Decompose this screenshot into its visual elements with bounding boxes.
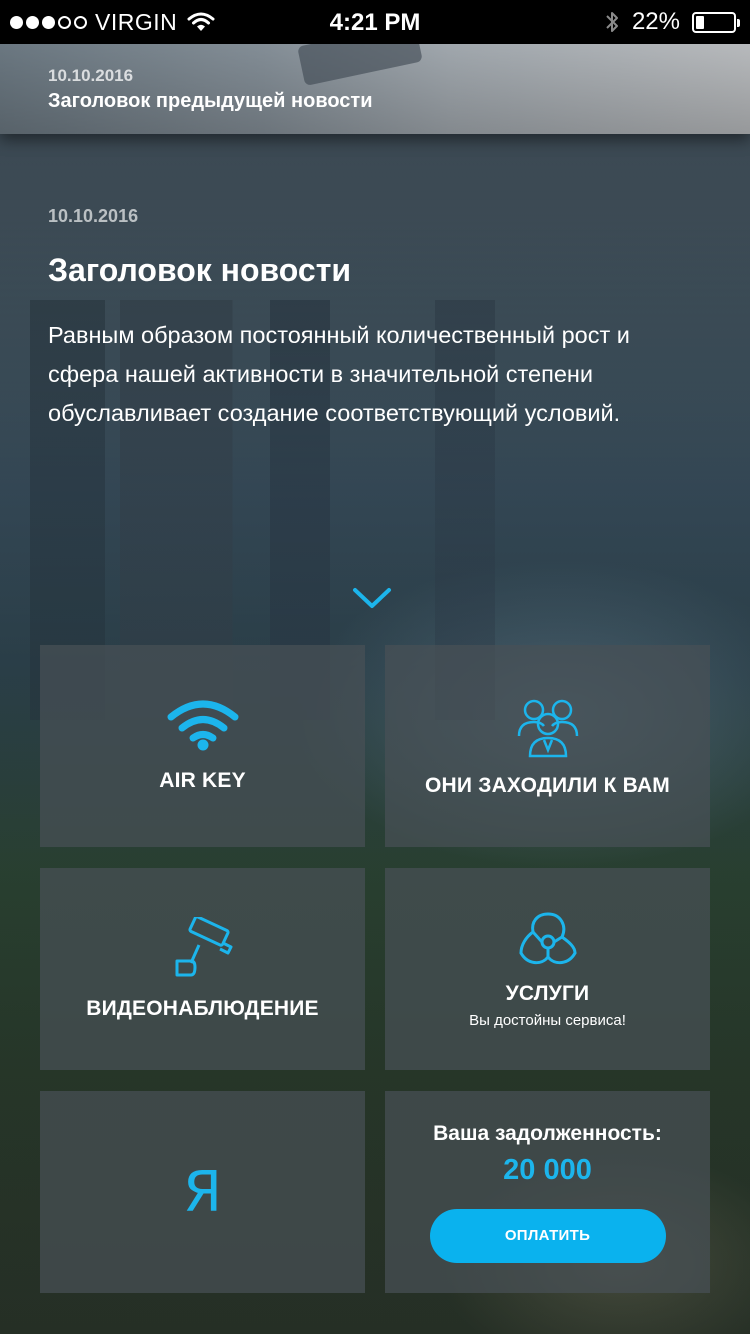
debt-value: 20 000 <box>503 1153 592 1186</box>
status-bar: VIRGIN 4:21 PM 22% <box>0 0 750 44</box>
news-body-line: сфера нашей активности в значительной ст… <box>48 361 594 387</box>
tile-services-subtitle: Вы достойны сервиса! <box>469 1011 626 1029</box>
tile-visitors-label: ОНИ ЗАХОДИЛИ К ВАМ <box>424 774 671 797</box>
yandex-icon: Я <box>183 1159 222 1225</box>
battery-fill <box>696 15 704 29</box>
news-body-line: обуславливает создание соответствующий у… <box>48 400 621 426</box>
prev-news-date: 10.10.2016 <box>48 66 134 85</box>
services-icon <box>519 912 576 964</box>
bluetooth-icon <box>606 12 618 32</box>
news-body: Равным образом постоянный количественный… <box>48 316 718 433</box>
tile-air-key[interactable]: AIR KEY <box>40 645 365 847</box>
previous-news[interactable]: 10.10.2016 Заголовок предыдущей новости <box>0 44 750 134</box>
wifi-icon <box>167 700 238 751</box>
tile-services[interactable]: УСЛУГИ Вы достойны сервиса! <box>385 868 710 1070</box>
status-right: 22% <box>604 0 740 44</box>
battery-percent: 22% <box>631 8 680 35</box>
tile-air-key-label: AIR KEY <box>159 769 246 792</box>
chevron-down-icon[interactable] <box>352 586 392 610</box>
tile-visitors[interactable]: ОНИ ЗАХОДИЛИ К ВАМ <box>385 645 710 847</box>
tile-video-label: ВИДЕОНАБЛЮДЕНИЕ <box>86 997 319 1020</box>
tile-debt: Ваша задолженность: 20 000 ОПЛАТИТЬ <box>385 1091 710 1293</box>
camera-icon <box>175 917 232 977</box>
debt-label: Ваша задолженность: <box>433 1121 662 1145</box>
pay-button[interactable]: ОПЛАТИТЬ <box>429 1208 666 1263</box>
battery-icon <box>692 11 740 33</box>
news-body-line: Равным образом постоянный количественный… <box>48 322 630 348</box>
tile-video[interactable]: ВИДЕОНАБЛЮДЕНИЕ <box>40 868 365 1070</box>
tile-services-label: УСЛУГИ <box>505 981 590 1005</box>
prev-news-title: Заголовок предыдущей новости <box>48 90 373 112</box>
tile-yandex[interactable]: Я <box>40 1091 365 1293</box>
prev-news-image <box>297 44 423 87</box>
news-date: 10.10.2016 <box>48 206 139 226</box>
news-title: Заголовок новости <box>48 252 352 288</box>
people-icon <box>517 699 578 758</box>
